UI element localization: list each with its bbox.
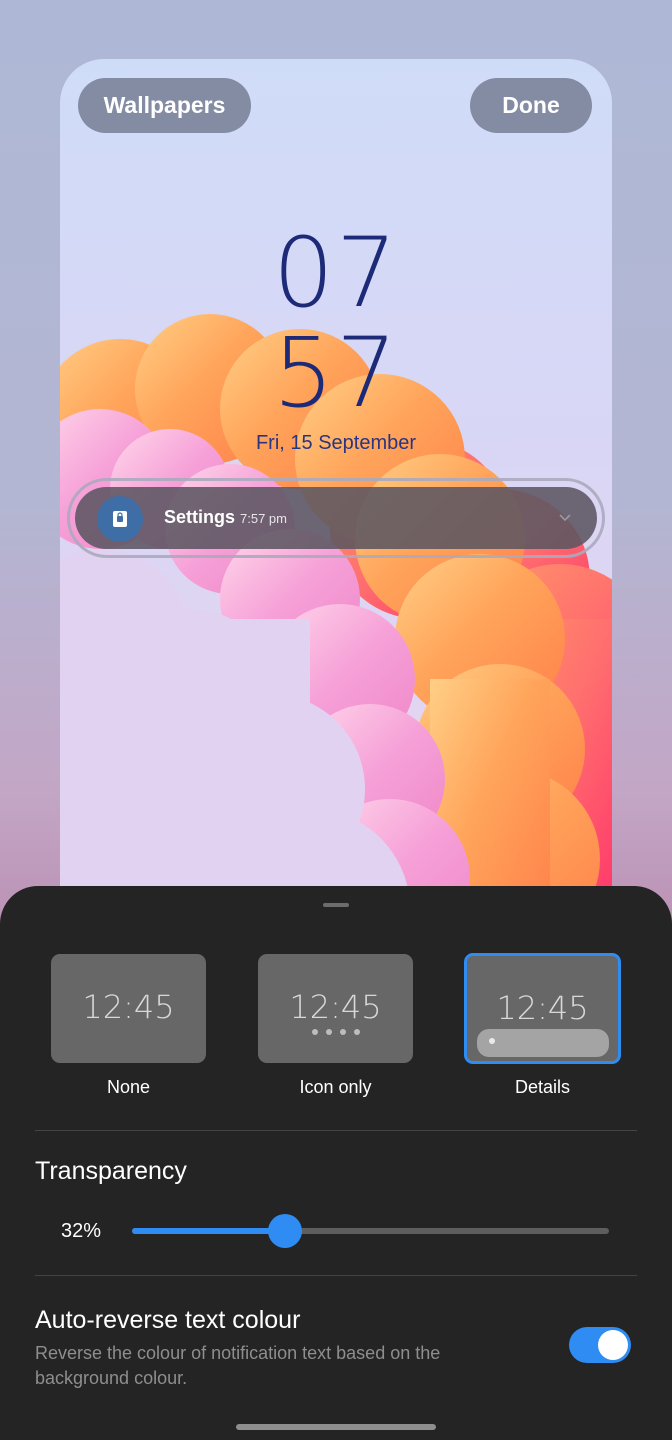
notification-dots-icon: [258, 1029, 413, 1035]
option-icon-only-thumbnail[interactable]: 12:45: [258, 954, 413, 1063]
lock-screen-preview: Wallpapers Done 07 57 Fri, 15 September …: [60, 59, 612, 939]
settings-app-icon: [97, 496, 143, 542]
chevron-down-icon: [559, 514, 571, 522]
notification-time: 7:57 pm: [240, 511, 287, 526]
clock-hours: 07: [272, 217, 400, 329]
transparency-title: Transparency: [35, 1157, 187, 1185]
toggle-knob: [598, 1330, 628, 1360]
divider: [35, 1275, 637, 1276]
lock-date: Fri, 15 September: [255, 432, 417, 454]
notification-style-sheet: 12:45 None 12:45 Icon only 12:45 Details…: [0, 886, 672, 1440]
wallpapers-button[interactable]: Wallpapers: [78, 78, 251, 133]
option-preview-time: 12:45: [82, 988, 175, 1026]
slider-thumb[interactable]: [268, 1214, 302, 1248]
notification-card[interactable]: Settings 7:57 pm: [75, 487, 597, 549]
option-icon-only-label[interactable]: Icon only: [258, 1077, 413, 1098]
option-preview-time: 12:45: [289, 988, 382, 1026]
auto-reverse-description: Reverse the colour of notification text …: [35, 1343, 441, 1388]
option-details-thumbnail[interactable]: 12:45: [464, 953, 621, 1064]
option-details-label[interactable]: Details: [465, 1077, 620, 1098]
option-none-label[interactable]: None: [51, 1077, 206, 1098]
done-button[interactable]: Done: [470, 78, 592, 133]
transparency-value: 32%: [61, 1220, 102, 1242]
clock-minutes: 57: [272, 317, 400, 429]
auto-reverse-title: Auto-reverse text colour: [35, 1306, 301, 1334]
divider: [35, 1130, 637, 1131]
transparency-slider[interactable]: [132, 1214, 609, 1248]
sheet-drag-handle[interactable]: [323, 903, 349, 907]
option-preview-time: 12:45: [496, 989, 589, 1027]
option-none-thumbnail[interactable]: 12:45: [51, 954, 206, 1063]
auto-reverse-toggle[interactable]: [569, 1327, 631, 1363]
home-gesture-bar[interactable]: [236, 1424, 436, 1430]
notification-app-name: Settings: [164, 507, 236, 527]
slider-fill: [132, 1228, 285, 1234]
notification-bar-preview: [477, 1029, 609, 1057]
